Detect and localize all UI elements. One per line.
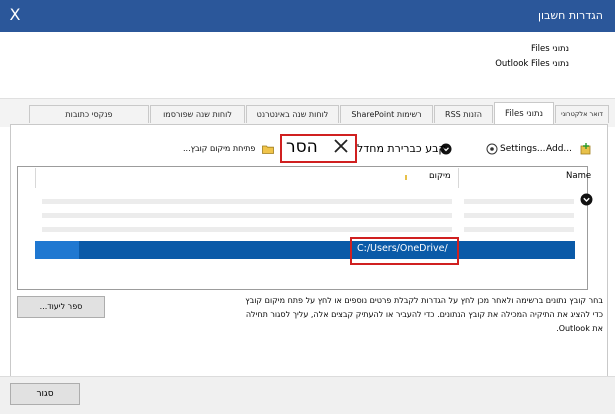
description-line-2: כדי להציג את התיקיה המכילה את קובץ הנתונ… [245, 310, 603, 319]
expand-chevron-icon[interactable] [580, 193, 593, 206]
add-button[interactable]: Add... [546, 139, 572, 159]
open-folder-icon[interactable] [262, 139, 274, 159]
tab-data-files[interactable]: נתוני Files [494, 102, 554, 125]
selection-accent [35, 241, 79, 259]
window-title: הגדרות חשבון [538, 9, 603, 22]
description-line-1: בחר קובץ נתונים ברשימה ולאחר מכן לחץ על … [245, 296, 603, 305]
selected-file-path: C:/Users/OneDrive/ [357, 243, 448, 254]
title-bar [0, 0, 615, 32]
column-separator [458, 168, 459, 188]
settings-icon[interactable] [486, 139, 498, 159]
tab-published-calendars[interactable]: לוחות שנה שפורסמו [150, 105, 245, 123]
column-header-location[interactable]: מיקום [429, 171, 451, 181]
header-line-2: נתוני Outlook Files [495, 59, 569, 69]
remove-icon [333, 138, 349, 154]
close-button[interactable]: סגור [10, 383, 80, 405]
tab-address-books[interactable]: פנקסי כתובות [29, 105, 149, 123]
open-file-location-button[interactable]: פתיחת מיקום קובץ... [183, 139, 255, 159]
list-row-placeholder [42, 199, 452, 204]
tab-internet-calendars[interactable]: לוחות שנה באינטרנט [246, 105, 339, 123]
column-separator [35, 168, 36, 188]
location-marker [405, 175, 407, 180]
selected-data-file-row[interactable] [35, 241, 575, 259]
remove-button[interactable]: הסר [286, 136, 318, 158]
header-line-1: נתוני Files [531, 44, 569, 54]
description-line-3: את Outlook. [556, 324, 603, 333]
list-row-placeholder [464, 227, 574, 232]
settings-button[interactable]: Settings... [500, 139, 546, 159]
close-icon[interactable]: X [6, 4, 24, 26]
list-row-placeholder [42, 227, 452, 232]
column-header-name[interactable]: Name [566, 171, 591, 181]
list-row-placeholder [42, 213, 452, 218]
list-row-placeholder [464, 199, 574, 204]
add-icon[interactable] [580, 139, 592, 159]
list-row-placeholder [464, 213, 574, 218]
set-default-button[interactable]: קבע כברירת מחדל [357, 139, 446, 159]
tab-email[interactable]: דואר אלקטרוני [555, 105, 609, 123]
more-button[interactable]: ספר ליעוד... [17, 296, 105, 318]
dialog-footer [0, 376, 615, 414]
tab-sharepoint-lists[interactable]: רשימות SharePoint [340, 105, 433, 123]
tab-rss-feeds[interactable]: הזנות RSS [434, 105, 493, 123]
